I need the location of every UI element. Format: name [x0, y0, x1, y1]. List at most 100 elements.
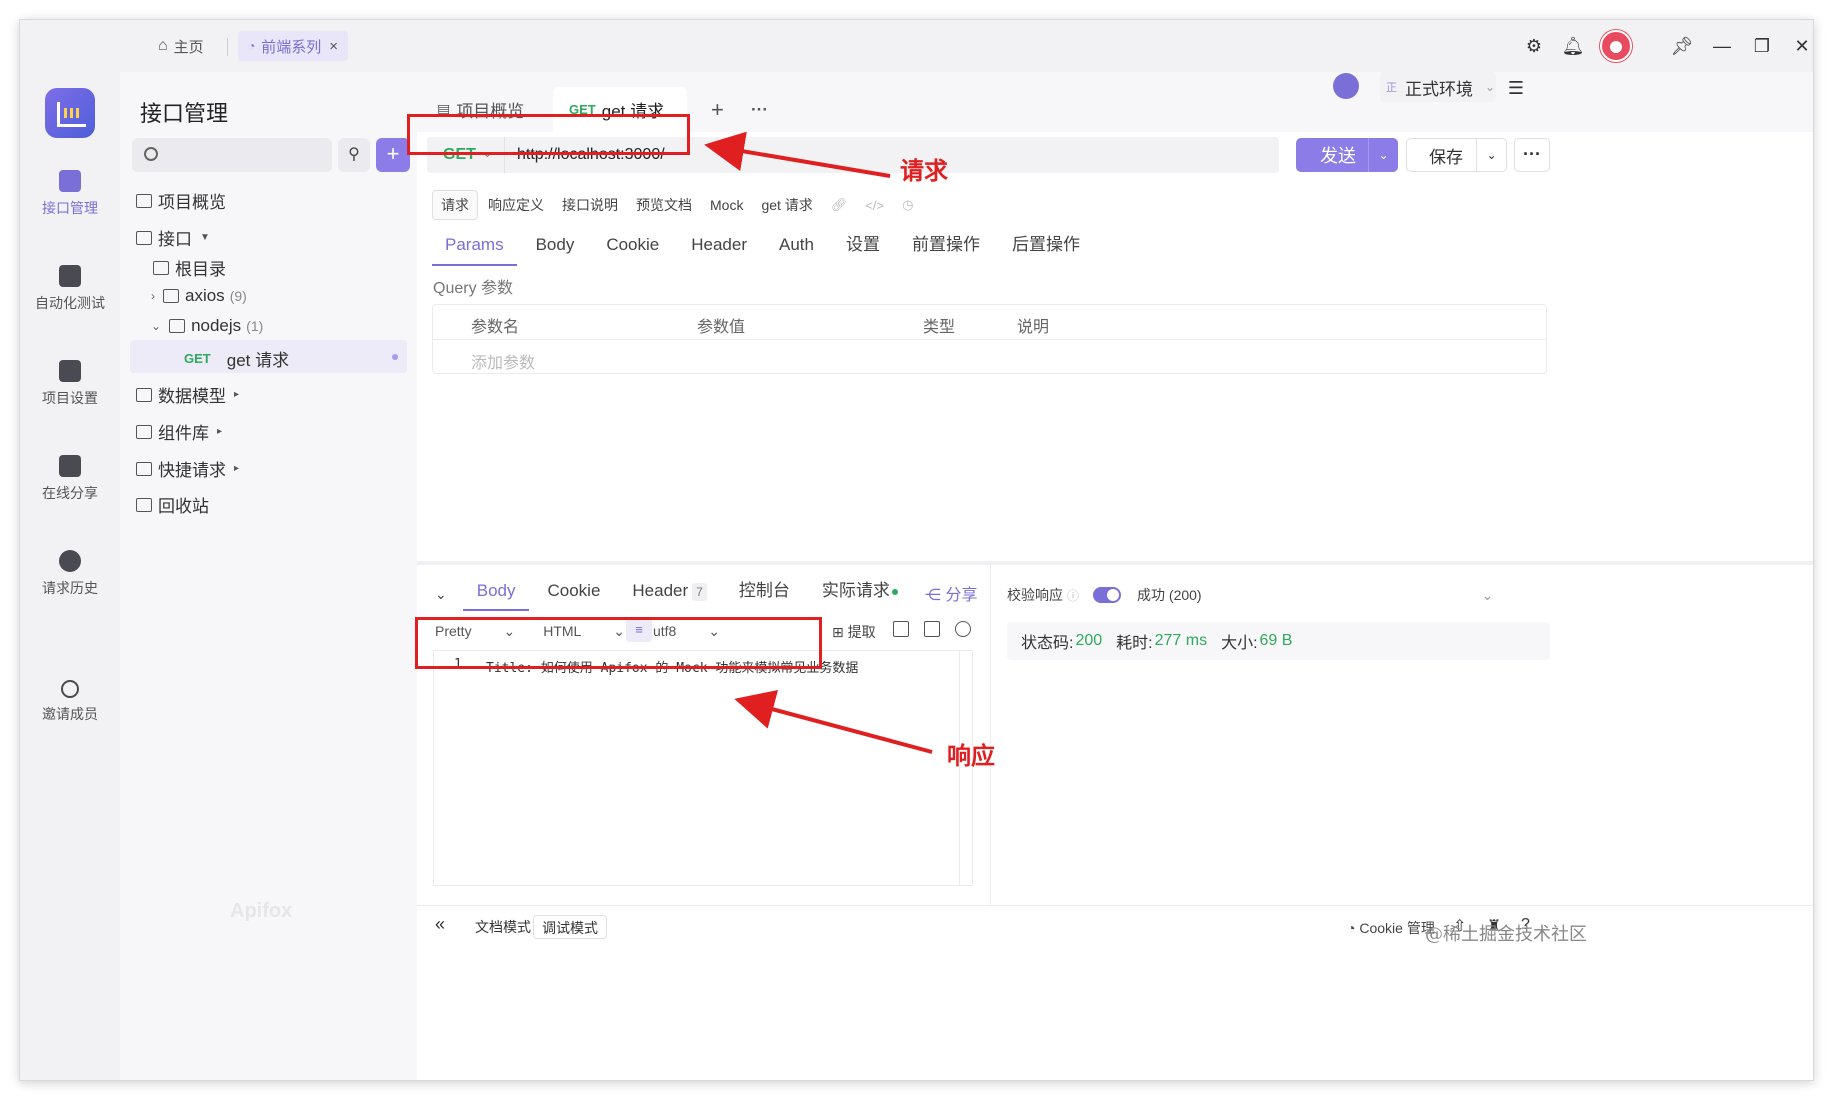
tab-auth[interactable]: Auth: [766, 230, 827, 266]
subtab-response-def[interactable]: 响应定义: [480, 191, 552, 219]
subtab-preview-doc[interactable]: 预览文档: [628, 191, 700, 219]
project-icon: ◔: [248, 39, 256, 53]
tab-body[interactable]: Body: [523, 230, 588, 266]
subtab-mock[interactable]: Mock: [702, 193, 751, 217]
restore-icon[interactable]: ❐: [1750, 34, 1774, 58]
tab-params[interactable]: Params: [432, 230, 517, 266]
download-icon[interactable]: [893, 621, 909, 637]
rail-item-label: 项目设置: [42, 390, 98, 406]
subtab-request[interactable]: 请求: [432, 190, 478, 220]
cookie-manager-button[interactable]: ◔ Cookie 管理: [1347, 918, 1435, 938]
status-code-label: 状态码:: [1021, 635, 1074, 652]
copy-icon[interactable]: [924, 621, 940, 637]
code-icon[interactable]: </>: [857, 194, 892, 217]
tab-label: 实际请求: [821, 581, 890, 600]
caret-right-icon: ▸: [234, 463, 240, 474]
search-icon[interactable]: [955, 621, 971, 637]
tree-item-data-model[interactable]: 数据模型 ▸: [136, 382, 239, 407]
history-icon[interactable]: ◷: [894, 193, 921, 217]
home-tab[interactable]: ⌂ 主页: [148, 31, 214, 61]
collapse-sidebar-icon[interactable]: «: [435, 914, 445, 935]
tab-settings[interactable]: 设置: [833, 230, 893, 266]
tree-item-recycle[interactable]: 回收站: [136, 492, 209, 517]
tree-item-axios[interactable]: › axios (9): [151, 286, 247, 306]
response-code-view[interactable]: 1 Title: 如何使用 Apifox 的 Mock 功能来模拟常见业务数据: [433, 650, 973, 886]
rail-item-invite[interactable]: 邀请成员: [20, 680, 120, 724]
tree-item-get-request[interactable]: GET get 请求: [184, 346, 289, 371]
tab-response-body[interactable]: Body: [462, 577, 530, 611]
filter-icon[interactable]: ⚲: [338, 138, 370, 172]
header-count-badge: 7: [692, 583, 707, 601]
tree-item-label: 回收站: [158, 497, 209, 516]
environment-select[interactable]: 正 正式环境 ⌄: [1380, 72, 1496, 102]
tab-cookie[interactable]: Cookie: [593, 230, 672, 266]
request-name: get 请求: [761, 197, 813, 213]
tab-pre-actions[interactable]: 前置操作: [899, 230, 993, 266]
rail-item-auto-test[interactable]: 自动化测试: [20, 265, 120, 313]
chevron-down-icon[interactable]: ⌄: [1368, 138, 1398, 172]
verify-toggle[interactable]: [1093, 587, 1122, 603]
collapse-icon[interactable]: ⌄: [435, 586, 447, 603]
avatar[interactable]: [1600, 30, 1632, 62]
tree-item-components[interactable]: 组件库 ▸: [136, 419, 222, 444]
link-icon[interactable]: 🔗︎: [823, 193, 856, 217]
bell-icon[interactable]: 🔔︎: [1561, 34, 1585, 58]
sync-icon[interactable]: [1333, 73, 1359, 99]
layers-icon: [136, 424, 152, 439]
add-button[interactable]: +: [376, 138, 410, 172]
tab-post-actions[interactable]: 后置操作: [999, 230, 1093, 266]
add-tab-button[interactable]: +: [695, 87, 740, 132]
doc-mode-button[interactable]: 文档模式: [467, 915, 539, 939]
search-input[interactable]: [132, 138, 332, 172]
caret-right-icon: ▸: [234, 389, 240, 400]
tree-item-api[interactable]: 接口 ▼: [136, 225, 210, 250]
share-button[interactable]: ⋲ 分享: [925, 581, 977, 605]
debug-mode-button[interactable]: 调试模式: [533, 915, 607, 939]
project-tab[interactable]: ◔ 前端系列 ×: [238, 31, 349, 61]
tab-actual-request[interactable]: 实际请求: [808, 577, 912, 611]
tree-item-nodejs[interactable]: ⌄ nodejs (1): [151, 316, 263, 336]
chevron-down-icon[interactable]: ⌄: [1482, 587, 1494, 604]
response-annotation: 响应: [947, 743, 995, 770]
more-tabs-button[interactable]: ···: [735, 87, 784, 132]
tab-response-header[interactable]: Header 7: [618, 577, 720, 611]
extract-label: 提取: [847, 624, 876, 640]
app-logo-icon: [45, 88, 95, 138]
doc-subtabs: 请求 响应定义 接口说明 预览文档 Mock get 请求 🔗︎ </> ◷: [432, 190, 923, 220]
gear-icon[interactable]: ⚙: [1522, 34, 1546, 58]
tab-separator: [227, 38, 228, 56]
verify-status[interactable]: 成功 (200): [1137, 585, 1202, 605]
method-badge: GET: [184, 351, 211, 366]
add-param-input[interactable]: 添加参数: [471, 349, 535, 373]
rail-item-api-management[interactable]: 接口管理: [20, 170, 120, 218]
verify-response: 校验响应 ⓘ 成功 (200) ⌄: [1007, 585, 1493, 605]
tree-item-overview[interactable]: 项目概览: [136, 188, 226, 213]
add-user-icon: [61, 680, 79, 698]
save-button[interactable]: 保存 ⌄: [1406, 138, 1507, 172]
close-icon[interactable]: ✕: [1790, 34, 1813, 58]
extract-button[interactable]: ⊞ 提取: [832, 622, 876, 642]
sidebar-title: 接口管理: [140, 101, 229, 126]
tree-item-root[interactable]: 根目录: [153, 255, 226, 280]
pin-icon[interactable]: 📌︎: [1670, 34, 1694, 58]
menu-icon[interactable]: ☰: [1504, 76, 1528, 100]
tab-response-cookie[interactable]: Cookie: [533, 577, 614, 611]
more-button[interactable]: ···: [1514, 138, 1550, 172]
minimize-icon[interactable]: —: [1710, 34, 1734, 58]
rail-item-history[interactable]: 请求历史: [20, 550, 120, 598]
subtab-api-desc[interactable]: 接口说明: [554, 191, 626, 219]
chevron-down-icon[interactable]: ⌄: [1476, 139, 1506, 171]
project-tab-label: 前端系列: [261, 38, 322, 56]
extract-icon: ⊞: [832, 624, 844, 640]
send-button[interactable]: 发送 ⌄: [1296, 138, 1398, 172]
tree-item-quick-request[interactable]: 快捷请求 ▸: [136, 456, 239, 481]
chevron-down-icon: ⌄: [151, 319, 162, 333]
rail-item-project-settings[interactable]: 项目设置: [20, 360, 120, 408]
rail-item-label: 在线分享: [42, 485, 98, 501]
rail-item-online-share[interactable]: 在线分享: [20, 455, 120, 503]
tree-item-label: 组件库: [158, 424, 209, 443]
close-tab-icon[interactable]: ×: [329, 38, 338, 55]
search-icon: [144, 147, 158, 161]
tab-header[interactable]: Header: [678, 230, 760, 266]
tab-console[interactable]: 控制台: [725, 577, 804, 611]
